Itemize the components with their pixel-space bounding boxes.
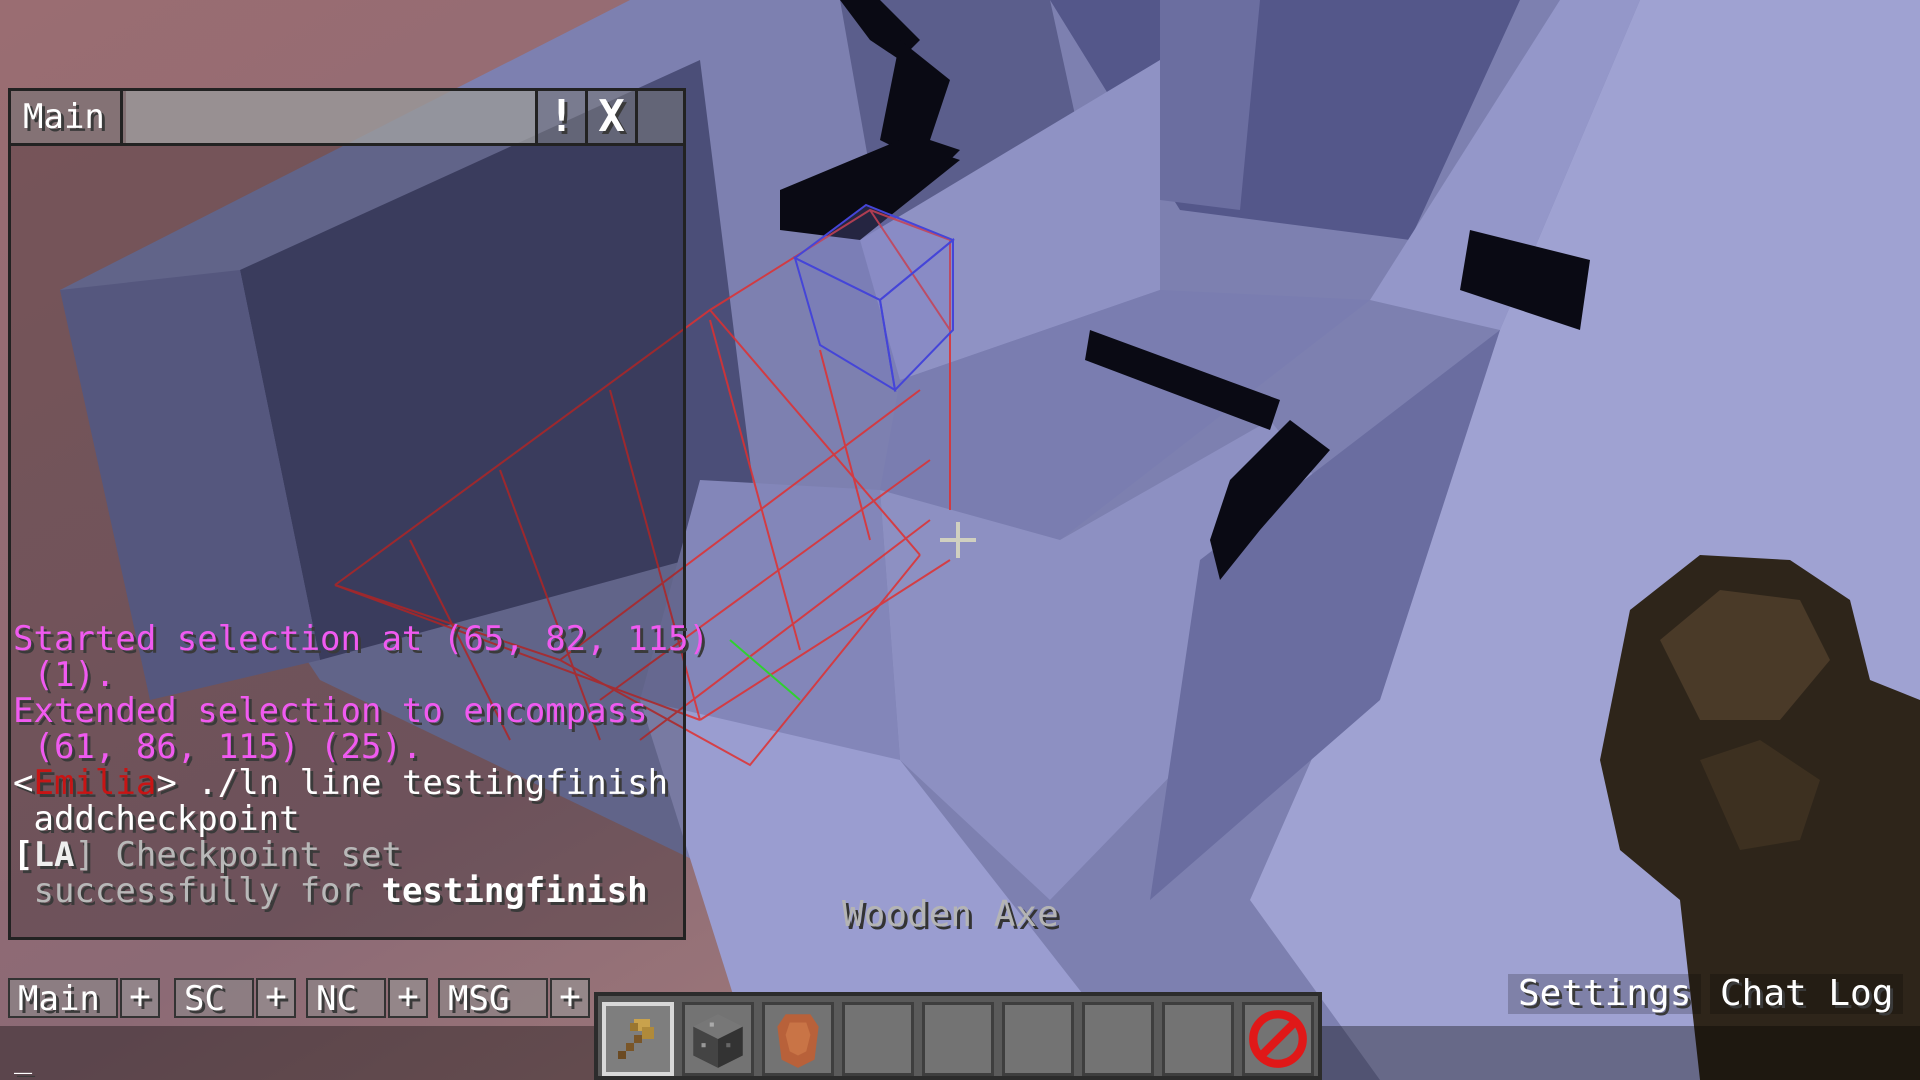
- hotbar-slot-2[interactable]: [682, 1002, 754, 1076]
- wooden-axe-icon: [618, 1019, 654, 1059]
- chat-input-cursor: _: [14, 1040, 33, 1075]
- chat-alert-button[interactable]: !: [538, 91, 588, 143]
- chat-line: addcheckpoint: [13, 799, 300, 839]
- chat-window-tab-main[interactable]: Main: [11, 91, 123, 143]
- leather-icon: [777, 1014, 819, 1068]
- chat-line: (1).: [13, 655, 116, 695]
- chat-log-button[interactable]: Chat Log: [1710, 974, 1904, 1014]
- chat-tab-msg-add-button[interactable]: +: [550, 978, 590, 1018]
- hotbar-slot-4[interactable]: [842, 1002, 914, 1076]
- chat-line: <Emilia> ./ln line testingfinish: [13, 765, 689, 801]
- chat-bracket: >: [156, 763, 177, 803]
- chat-player-name[interactable]: Emilia: [33, 763, 156, 803]
- chat-tab-nc-add-button[interactable]: +: [388, 978, 428, 1018]
- chat-line: [LA] Checkpoint set: [13, 837, 689, 873]
- hotbar: [594, 992, 1322, 1080]
- hotbar-slot-6[interactable]: [1002, 1002, 1074, 1076]
- hotbar-slot-3[interactable]: [762, 1002, 834, 1076]
- chat-tab-main[interactable]: Main: [8, 978, 118, 1018]
- chat-tab-msg[interactable]: MSG: [438, 978, 548, 1018]
- chat-line: Started selection at (65, 82, 115): [13, 619, 709, 659]
- chat-window-title-field[interactable]: [126, 91, 538, 143]
- chat-tag-bracket: [: [13, 835, 34, 875]
- chat-line: Extended selection to encompass: [13, 691, 648, 731]
- hotbar-slot-8[interactable]: [1162, 1002, 1234, 1076]
- chat-tab-nc[interactable]: NC: [306, 978, 386, 1018]
- settings-button[interactable]: Settings: [1508, 974, 1702, 1014]
- hotbar-slot-1[interactable]: [602, 1002, 674, 1076]
- chat-line: (61, 86, 115) (25).: [13, 727, 423, 767]
- hotbar-slot-9[interactable]: [1242, 1002, 1314, 1076]
- barrier-icon: [1249, 1010, 1307, 1068]
- chat-message-bold: testingfinish: [381, 871, 648, 911]
- chat-message-text: successfully for: [13, 871, 382, 911]
- bedrock-block-icon: [693, 1014, 743, 1068]
- chat-message-list: Started selection at (65, 82, 115) (1). …: [13, 619, 709, 909]
- chat-message-text: Checkpoint set: [94, 835, 402, 875]
- chat-tab-sc-add-button[interactable]: +: [256, 978, 296, 1018]
- hotbar-slot-7[interactable]: [1082, 1002, 1154, 1076]
- chat-tab-sc[interactable]: SC: [174, 978, 254, 1018]
- chat-line: successfully for testingfinish: [13, 873, 689, 909]
- chat-tab-main-add-button[interactable]: +: [120, 978, 160, 1018]
- crosshair-icon: [940, 522, 976, 558]
- chat-window: Main ! X Started selection at (65, 82, 1…: [8, 88, 709, 940]
- hotbar-slot-5[interactable]: [922, 1002, 994, 1076]
- chat-tag: LA: [33, 835, 75, 875]
- chat-message-text: ./ln line testingfinish: [176, 763, 669, 803]
- chat-close-button[interactable]: X: [588, 91, 638, 143]
- chat-bracket: <: [13, 763, 34, 803]
- chat-tag-bracket: ]: [74, 835, 95, 875]
- chat-window-titlebar[interactable]: Main ! X: [11, 91, 683, 146]
- held-item-name: Wooden Axe: [842, 894, 1059, 935]
